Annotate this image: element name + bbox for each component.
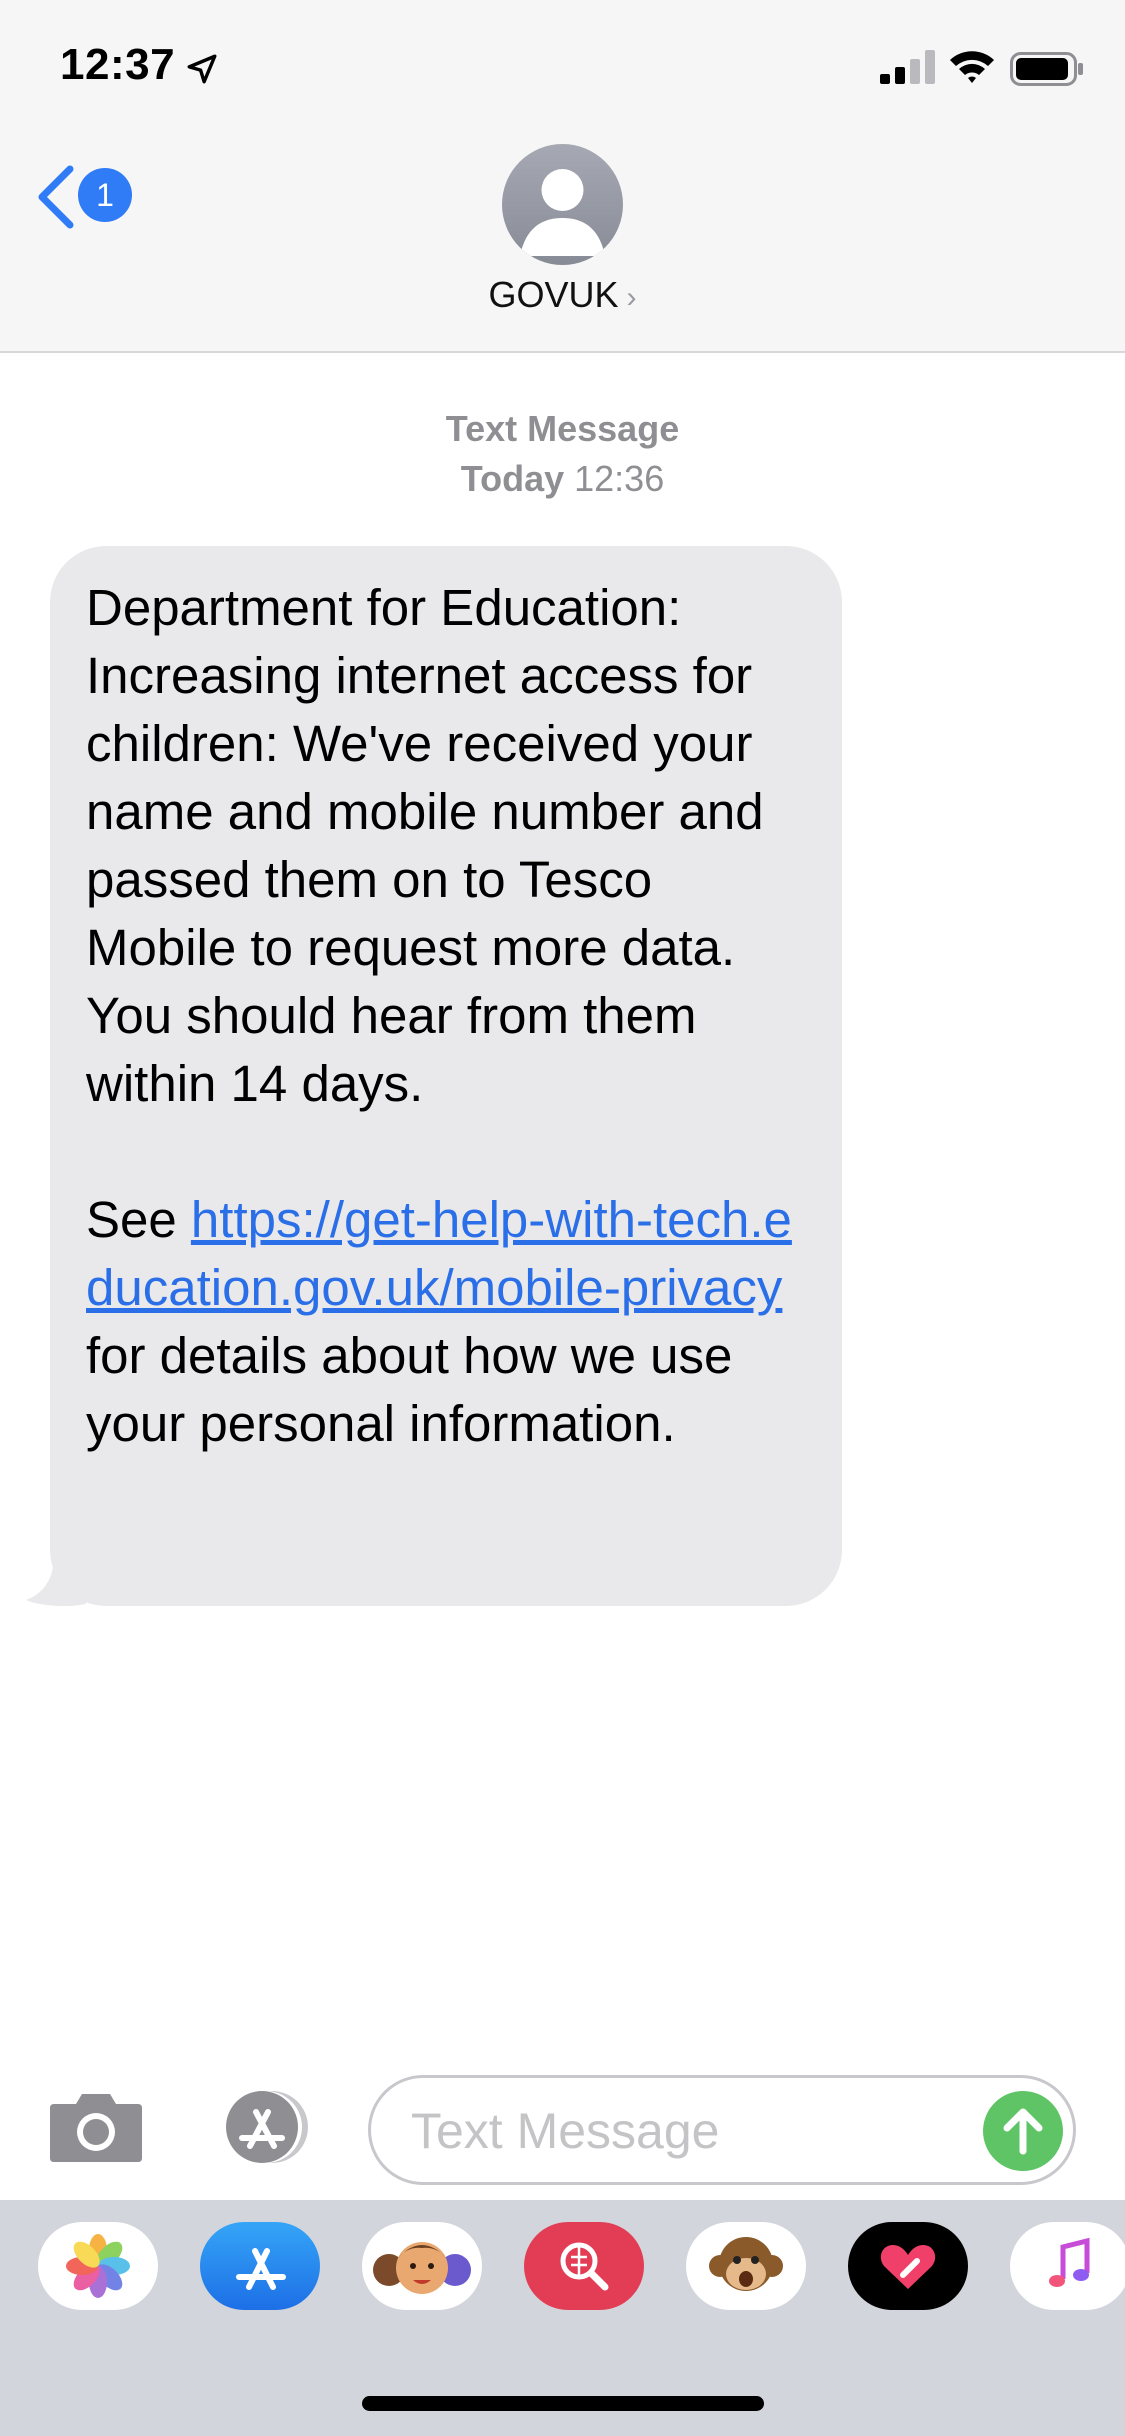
arrow-up-icon bbox=[1003, 2108, 1043, 2155]
back-button[interactable]: 1 bbox=[36, 160, 146, 230]
status-time: 12:37 bbox=[60, 40, 176, 89]
contact-name-button[interactable]: GOVUK › bbox=[0, 274, 1125, 316]
digital-touch-app-button[interactable] bbox=[848, 2222, 968, 2310]
app-store-drawer-icon[interactable] bbox=[208, 2088, 320, 2166]
message-text-2: See https://get-help-with-tech.education… bbox=[86, 1186, 806, 1458]
message-type-label: Text Message bbox=[445, 408, 680, 449]
camera-icon[interactable] bbox=[48, 2090, 144, 2164]
chevron-right-icon: › bbox=[626, 281, 637, 314]
location-arrow-icon bbox=[187, 54, 217, 84]
memoji-icon bbox=[373, 2242, 471, 2294]
message-input[interactable] bbox=[409, 2100, 973, 2162]
unread-badge: 1 bbox=[78, 168, 132, 222]
music-icon bbox=[1049, 2237, 1090, 2287]
battery-icon bbox=[1010, 52, 1083, 86]
message-text: Department for Education: Increasing int… bbox=[86, 579, 764, 1112]
chevron-left-icon bbox=[38, 165, 74, 229]
message-suffix: for details about how we use your person… bbox=[86, 1327, 733, 1452]
memoji-app-button[interactable] bbox=[362, 2222, 482, 2310]
web-search-app-button[interactable] bbox=[524, 2222, 644, 2310]
message-timestamp: Text Message Today 12:36 bbox=[0, 404, 1125, 504]
message-input-field[interactable] bbox=[368, 2075, 1076, 2185]
conversation-header: 12:37 1 GOVUK › bbox=[0, 0, 1125, 353]
message-prefix: See bbox=[86, 1191, 191, 1248]
message-bubble[interactable]: Department for Education: Increasing int… bbox=[50, 546, 842, 1606]
web-search-icon bbox=[560, 2242, 609, 2291]
person-icon bbox=[520, 169, 605, 256]
app-store-app-button[interactable] bbox=[200, 2222, 320, 2310]
message-time: 12:36 bbox=[574, 458, 665, 499]
contact-avatar[interactable] bbox=[502, 144, 623, 265]
photos-icon bbox=[66, 2234, 130, 2298]
home-indicator[interactable] bbox=[362, 2396, 764, 2411]
signal-icon bbox=[880, 50, 935, 84]
contact-name: GOVUK bbox=[488, 274, 619, 315]
app-store-icon bbox=[236, 2248, 286, 2290]
wifi-icon bbox=[950, 51, 994, 83]
message-day: Today bbox=[460, 458, 565, 499]
animoji-app-button[interactable] bbox=[686, 2222, 806, 2310]
send-button[interactable] bbox=[983, 2091, 1063, 2171]
photos-app-button[interactable] bbox=[38, 2222, 158, 2310]
privacy-link[interactable]: https://get-help-with-tech.education.gov… bbox=[86, 1191, 792, 1316]
music-app-button[interactable] bbox=[1010, 2222, 1125, 2310]
digital-touch-icon bbox=[880, 2245, 936, 2289]
monkey-animoji-icon bbox=[709, 2237, 783, 2291]
